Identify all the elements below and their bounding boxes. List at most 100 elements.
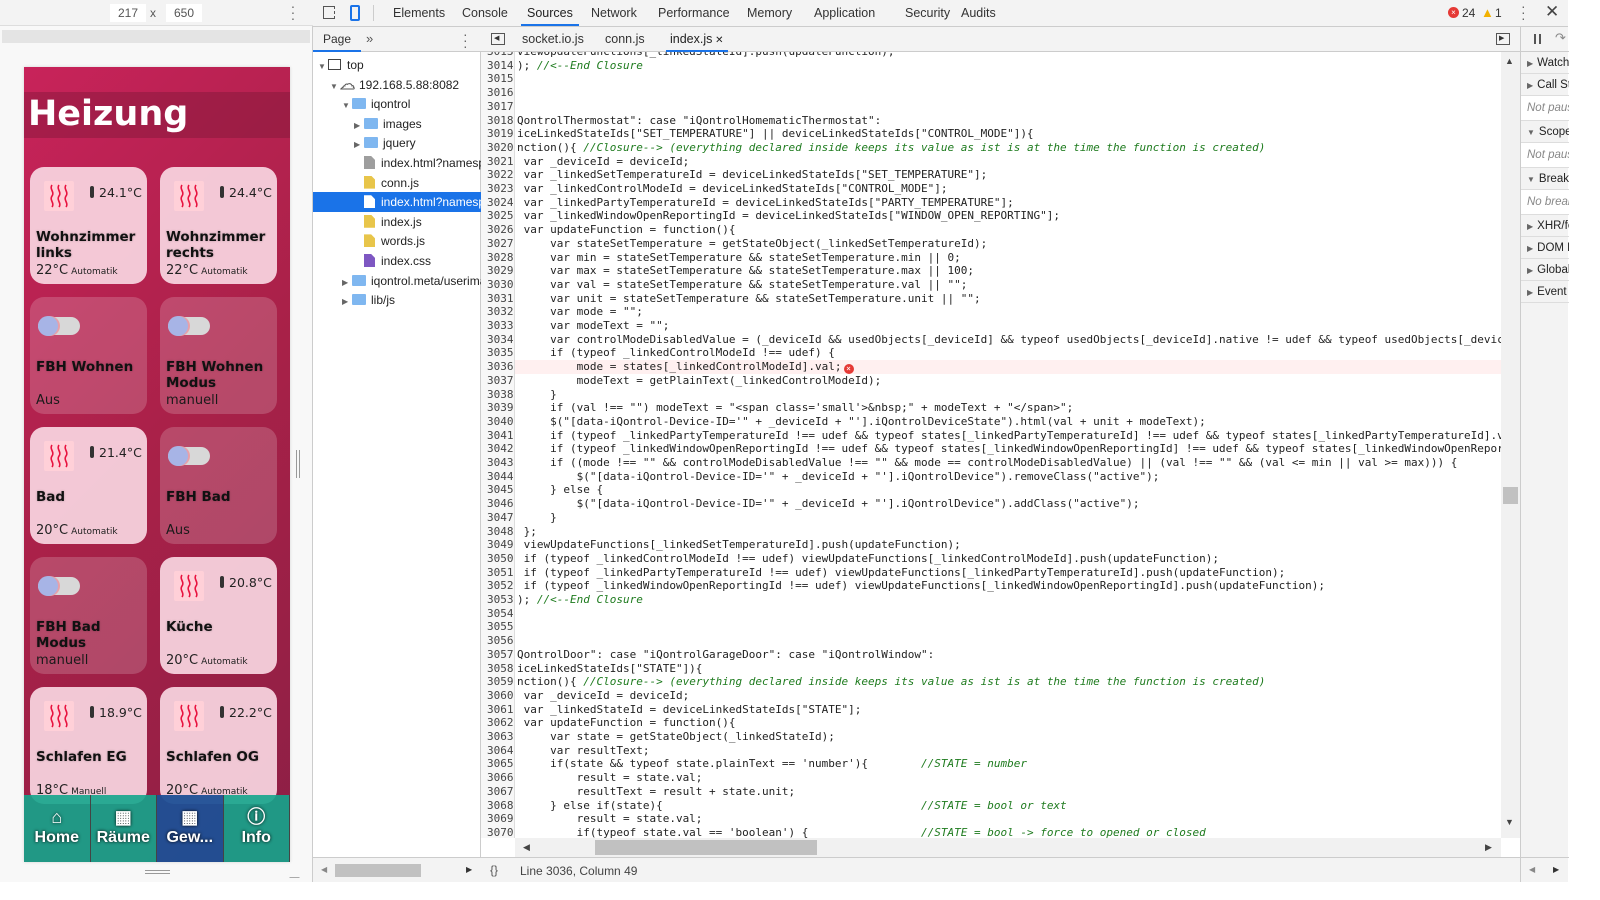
code-line[interactable]: 3052 if (typeof _linkedWindowOpenReporti… bbox=[481, 579, 1501, 593]
tree-item[interactable]: conn.js bbox=[313, 173, 481, 193]
sidebar-section-scope[interactable]: ▼ Scope bbox=[1521, 121, 1569, 143]
code-line[interactable]: 3013viewUpdateFunctions[_linkedStateId].… bbox=[481, 52, 1501, 59]
tab-sources[interactable]: Sources bbox=[521, 0, 579, 26]
line-number[interactable]: 3060 bbox=[481, 688, 515, 703]
tab-memory[interactable]: Memory bbox=[747, 0, 792, 26]
line-number[interactable]: 3040 bbox=[481, 414, 515, 429]
resize-handle-bottom[interactable] bbox=[145, 870, 170, 874]
close-tab-icon[interactable]: ✕ bbox=[712, 35, 723, 46]
line-number[interactable]: 3048 bbox=[481, 524, 515, 539]
more-tabs-button[interactable]: » bbox=[366, 31, 373, 46]
code-line[interactable]: 3053); //<--End Closure bbox=[481, 593, 1501, 607]
tree-item[interactable]: index.html?namespace bbox=[313, 153, 481, 173]
code-line[interactable]: 3024 var _linkedPartyTemperatureId = dev… bbox=[481, 195, 1501, 210]
tree-item[interactable]: ▼ iqontrol bbox=[313, 94, 481, 114]
code-line[interactable]: 3036 mode = states[_linkedControlModeId]… bbox=[481, 360, 1501, 375]
line-number[interactable]: 3050 bbox=[481, 551, 515, 566]
code-line[interactable]: 3068 } else if(state){ //STATE = bool or… bbox=[481, 798, 1501, 813]
device-tile[interactable]: 24.1°C Wohnzimmer links 22°C Automatik bbox=[30, 167, 147, 284]
nav-home[interactable]: ⌂ Home bbox=[24, 795, 91, 862]
code-line[interactable]: 3067 resultText = result + state.unit; bbox=[481, 784, 1501, 799]
code-line[interactable]: 3034 var controlModeDisabledValue = (_de… bbox=[481, 332, 1501, 347]
line-number[interactable]: 3046 bbox=[481, 497, 515, 511]
line-number[interactable]: 3024 bbox=[481, 195, 515, 210]
code-line[interactable]: 3016 bbox=[481, 86, 1501, 100]
code-line[interactable]: 3057 QontrolDoor": case "iQontrolGarageDo… bbox=[481, 647, 1501, 662]
code-line[interactable]: 3030 var val = stateSetTemperature && st… bbox=[481, 277, 1501, 292]
line-number[interactable]: 3041 bbox=[481, 428, 515, 443]
line-number[interactable]: 3037 bbox=[481, 373, 515, 388]
line-number[interactable]: 3013 bbox=[481, 52, 515, 59]
tab-security[interactable]: Security bbox=[905, 0, 950, 26]
line-number[interactable]: 3059 bbox=[481, 675, 515, 689]
nav-info[interactable]: ⓘ Info bbox=[223, 795, 290, 862]
line-number[interactable]: 3020 bbox=[481, 140, 515, 155]
toggle-knob[interactable] bbox=[38, 576, 58, 596]
toggle-navigator-icon[interactable]: ◀ bbox=[491, 33, 505, 45]
line-number[interactable]: 3070 bbox=[481, 825, 515, 838]
line-number[interactable]: 3063 bbox=[481, 730, 515, 744]
code-line[interactable]: 3043 if ((mode !== "" && controlModeDisa… bbox=[481, 456, 1501, 470]
line-number[interactable]: 3045 bbox=[481, 483, 515, 498]
inspect-element-icon[interactable] bbox=[323, 6, 335, 19]
line-number[interactable]: 3066 bbox=[481, 771, 515, 785]
sidebar-section-watch[interactable]: ▶ Watch bbox=[1521, 52, 1569, 74]
scrollbar-thumb[interactable] bbox=[335, 864, 421, 877]
code-line[interactable]: 3051 if (typeof _linkedPartyTemperatureI… bbox=[481, 565, 1501, 580]
code-line[interactable]: 3031 var unit = stateSetTemperature && s… bbox=[481, 291, 1501, 306]
device-tile[interactable]: 22.2°C Schlafen OG 20°C Automatik bbox=[160, 687, 277, 804]
code-line[interactable]: 3050 if (typeof _linkedControlModeId !==… bbox=[481, 551, 1501, 566]
sidebar-section-event-listener-breakpoints[interactable]: ▶ Event Listener Breakpoints bbox=[1521, 281, 1569, 303]
toggle-knob[interactable] bbox=[38, 316, 58, 336]
code-line[interactable]: 3033 var modeText = ""; bbox=[481, 319, 1501, 333]
code-line[interactable]: 3066 result = state.val; bbox=[481, 771, 1501, 785]
line-number[interactable]: 3052 bbox=[481, 579, 515, 593]
code-line[interactable]: 3028 var min = stateSetTemperature && st… bbox=[481, 250, 1501, 265]
tree-item[interactable]: ▶ images bbox=[313, 114, 481, 134]
code-line[interactable]: 3022 var _linkedSetTemperatureId = devic… bbox=[481, 168, 1501, 182]
line-number[interactable]: 3017 bbox=[481, 99, 515, 114]
code-line[interactable]: 3049 viewUpdateFunctions[_linkedSetTempe… bbox=[481, 538, 1501, 552]
collapsed-icon[interactable]: ▶ bbox=[354, 135, 364, 153]
code-line[interactable]: 3064 var resultText; bbox=[481, 743, 1501, 758]
code-line[interactable]: 3038 } bbox=[481, 387, 1501, 402]
tree-item[interactable]: ▼ top bbox=[313, 55, 481, 75]
line-number[interactable]: 3031 bbox=[481, 291, 515, 306]
expanded-icon[interactable]: ▼ bbox=[1527, 128, 1535, 137]
editor-tab-index-js[interactable]: index.js ✕ bbox=[666, 27, 728, 52]
tab-elements[interactable]: Elements bbox=[393, 0, 445, 26]
expanded-icon[interactable]: ▼ bbox=[342, 96, 352, 114]
toggle-knob[interactable] bbox=[168, 446, 188, 466]
code-line[interactable]: 3029 var max = stateSetTemperature && st… bbox=[481, 264, 1501, 278]
device-tile[interactable]: FBH Bad Modus manuell bbox=[30, 557, 147, 674]
tab-console[interactable]: Console bbox=[462, 0, 508, 26]
line-number[interactable]: 3021 bbox=[481, 154, 515, 169]
vertical-scrollbar[interactable]: ▲ ▼ bbox=[1501, 52, 1520, 838]
scrollbar-thumb[interactable] bbox=[1503, 487, 1518, 504]
code-line[interactable]: 3032 var mode = ""; bbox=[481, 305, 1501, 319]
collapsed-icon[interactable]: ▶ bbox=[1527, 222, 1533, 231]
code-line[interactable]: 3054 bbox=[481, 606, 1501, 621]
device-width-input[interactable]: 217 bbox=[110, 4, 146, 22]
line-number[interactable]: 3043 bbox=[481, 456, 515, 470]
line-number[interactable]: 3036 bbox=[481, 360, 515, 374]
code-line[interactable]: 3055 bbox=[481, 620, 1501, 635]
navigator-scrollbar[interactable]: ◀ ▶ bbox=[313, 857, 481, 882]
code-line[interactable]: 3017 bbox=[481, 99, 1501, 114]
code-line[interactable]: 3044 $("[data-iQontrol-Device-ID='" + _d… bbox=[481, 469, 1501, 484]
step-over-icon[interactable]: ↷ bbox=[1555, 30, 1566, 46]
line-number[interactable]: 3069 bbox=[481, 812, 515, 826]
line-number[interactable]: 3044 bbox=[481, 469, 515, 484]
resize-handle-vertical[interactable] bbox=[296, 450, 300, 478]
tab-performance[interactable]: Performance bbox=[658, 0, 730, 26]
code-line[interactable]: 3019 iceLinkedStateIds["SET_TEMPERATURE"]… bbox=[481, 127, 1501, 141]
expanded-icon[interactable]: ▼ bbox=[1527, 175, 1535, 184]
line-number[interactable]: 3054 bbox=[481, 606, 515, 621]
line-number[interactable]: 3058 bbox=[481, 661, 515, 676]
code-line[interactable]: 3048 }; bbox=[481, 524, 1501, 539]
code-line[interactable]: 3070 if(typeof state.val == 'boolean') {… bbox=[481, 825, 1501, 838]
code-line[interactable]: 3039 if (val !== "") modeText = "<span c… bbox=[481, 401, 1501, 415]
line-number[interactable]: 3065 bbox=[481, 757, 515, 772]
tab-page[interactable]: Page bbox=[313, 27, 361, 52]
scroll-up-icon[interactable]: ▲ bbox=[1505, 56, 1514, 66]
